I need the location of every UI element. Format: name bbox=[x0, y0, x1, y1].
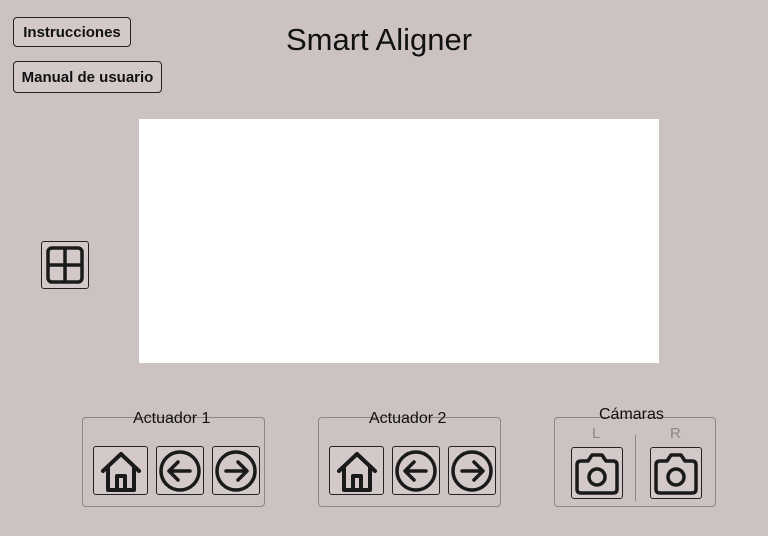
camera-icon bbox=[652, 451, 700, 495]
instructions-button[interactable]: Instrucciones bbox=[13, 17, 131, 47]
actuator-1-home-button[interactable] bbox=[93, 446, 148, 495]
cameras-divider bbox=[635, 435, 636, 501]
actuator-2-right-button[interactable] bbox=[448, 446, 496, 495]
home-icon bbox=[97, 449, 145, 493]
camera-right-button[interactable] bbox=[650, 447, 702, 499]
actuator-2-left-button[interactable] bbox=[392, 446, 440, 495]
grid-layout-button[interactable] bbox=[41, 241, 89, 289]
arrow-right-circle-icon bbox=[450, 449, 494, 493]
camera-icon bbox=[573, 451, 621, 495]
actuator-2-home-button[interactable] bbox=[329, 446, 384, 495]
actuator-1-right-button[interactable] bbox=[212, 446, 260, 495]
actuator-2-title: Actuador 2 bbox=[369, 410, 447, 427]
arrow-right-circle-icon bbox=[214, 449, 258, 493]
camera-left-label: L bbox=[592, 425, 601, 442]
camera-right-label: R bbox=[670, 425, 681, 442]
user-manual-button[interactable]: Manual de usuario bbox=[13, 61, 162, 93]
actuator-1-left-button[interactable] bbox=[156, 446, 204, 495]
cameras-title: Cámaras bbox=[599, 406, 664, 423]
camera-left-button[interactable] bbox=[571, 447, 623, 499]
arrow-left-circle-icon bbox=[158, 449, 202, 493]
arrow-left-circle-icon bbox=[394, 449, 438, 493]
grid-layout-icon bbox=[45, 245, 85, 285]
actuator-1-title: Actuador 1 bbox=[133, 410, 211, 427]
home-icon bbox=[333, 449, 381, 493]
page-title: Smart Aligner bbox=[285, 22, 473, 57]
image-viewer bbox=[139, 119, 659, 363]
